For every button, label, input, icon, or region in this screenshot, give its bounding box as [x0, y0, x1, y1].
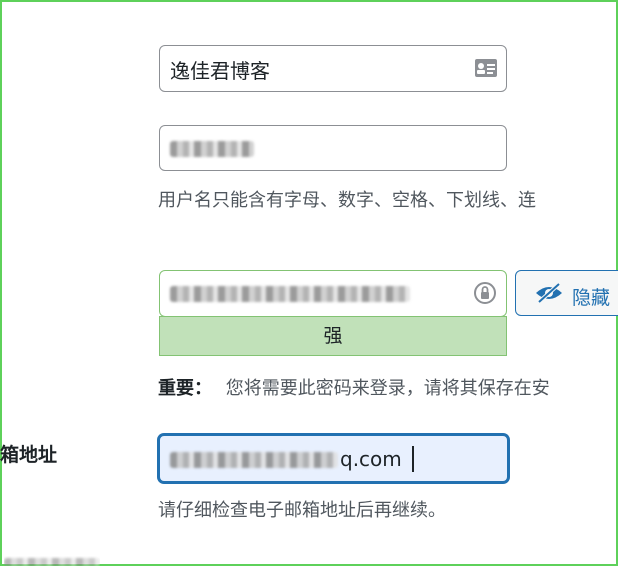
text-cursor: [412, 446, 414, 472]
email-label: 邮箱地址: [0, 444, 58, 466]
password-redacted: [170, 286, 410, 302]
username-field[interactable]: [159, 125, 507, 171]
password-strength-meter: 强: [159, 316, 507, 356]
hide-password-label: 隐藏: [572, 287, 611, 309]
email-redacted: [170, 452, 338, 468]
email-visible-domain: q.com: [340, 447, 402, 471]
password-field[interactable]: [159, 270, 507, 317]
username-description: 用户名只能含有字母、数字、空格、下划线、连: [158, 190, 536, 211]
password-important-note: 重要： 您将需要此密码来登录，请将其保存在安: [158, 374, 550, 400]
email-description: 请仔细检查电子邮箱地址后再继续。: [158, 500, 446, 521]
important-label: 重要：: [158, 378, 212, 399]
nickname-field[interactable]: 逸佳君博客: [159, 45, 507, 92]
contact-card-icon: [474, 57, 498, 79]
nickname-value: 逸佳君博客: [170, 59, 270, 83]
next-field-label-cut: [4, 556, 100, 566]
hide-password-button[interactable]: 隐藏: [515, 270, 618, 316]
lock-icon: [474, 282, 496, 304]
username-redacted: [170, 141, 254, 157]
eye-slash-icon: [534, 282, 564, 304]
email-field[interactable]: q.com: [158, 434, 509, 483]
important-text: 您将需要此密码来登录，请将其保存在安: [225, 378, 550, 399]
